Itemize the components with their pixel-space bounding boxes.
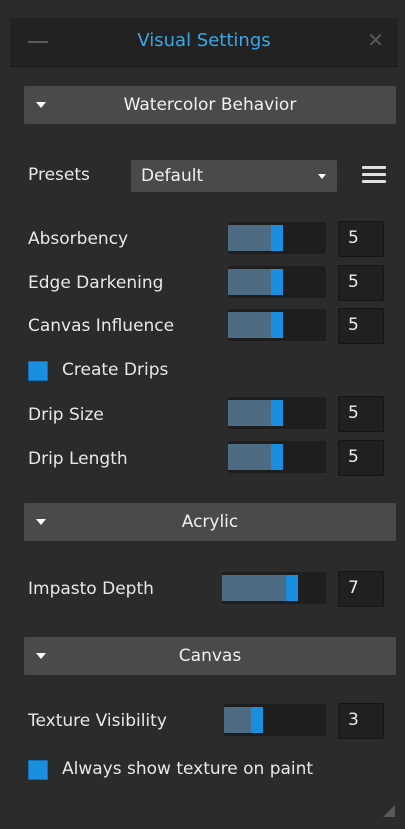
always-show-texture-label: Always show texture on paint [62,759,314,779]
window-title: Visual Settings [137,30,271,51]
drip-size-label: Drip Size [28,405,104,425]
texture-visibility-value: 3 [348,710,359,730]
impasto-depth-slider[interactable] [222,572,326,604]
drip-size-value-field[interactable]: 5 [338,396,384,432]
canvas-influence-value-field[interactable]: 5 [338,308,384,344]
slider-thumb[interactable] [271,400,283,426]
canvas-influence-label: Canvas Influence [28,316,175,336]
section-acrylic[interactable]: Acrylic [24,503,396,541]
drip-size-value: 5 [348,403,359,423]
drip-size-slider[interactable] [228,397,326,429]
drip-length-slider[interactable] [228,441,326,473]
absorbency-label: Absorbency [28,229,129,249]
edge-darkening-value: 5 [348,272,359,292]
always-show-texture-checkbox[interactable] [28,760,48,780]
impasto-depth-value: 7 [348,578,359,598]
drip-length-label: Drip Length [28,449,128,469]
canvas-influence-value: 5 [348,315,359,335]
texture-visibility-label: Texture Visibility [28,711,167,731]
create-drips-label: Create Drips [62,360,169,380]
drip-length-value-field[interactable]: 5 [338,440,384,476]
canvas-influence-slider[interactable] [228,309,326,341]
section-label: Watercolor Behavior [123,95,297,115]
absorbency-slider[interactable] [228,222,326,254]
section-label: Canvas [178,646,242,666]
slider-thumb[interactable] [271,312,283,338]
visual-settings-panel: Visual Settings ✕ Watercolor Behavior Pr… [0,0,405,829]
drip-length-value: 5 [348,447,359,467]
slider-thumb[interactable] [271,225,283,251]
presets-dropdown[interactable]: Default [131,160,337,192]
texture-visibility-value-field[interactable]: 3 [338,703,384,739]
presets-selected-value: Default [141,166,204,186]
close-icon[interactable]: ✕ [367,28,384,52]
impasto-depth-label: Impasto Depth [28,579,154,599]
section-watercolor-behavior[interactable]: Watercolor Behavior [24,86,396,124]
slider-thumb[interactable] [286,575,298,601]
section-label: Acrylic [181,512,239,532]
presets-label: Presets [28,165,90,185]
create-drips-checkbox[interactable] [28,361,48,381]
resize-grip-icon[interactable] [383,805,395,817]
absorbency-value: 5 [348,228,359,248]
slider-thumb[interactable] [251,707,263,733]
slider-thumb[interactable] [271,444,283,470]
edge-darkening-value-field[interactable]: 5 [338,265,384,301]
section-canvas[interactable]: Canvas [24,637,396,675]
title-bar[interactable]: Visual Settings ✕ [10,18,398,67]
edge-darkening-slider[interactable] [228,266,326,298]
texture-visibility-slider[interactable] [224,704,326,736]
slider-thumb[interactable] [271,269,283,295]
chevron-down-icon [318,174,326,179]
hamburger-menu-icon[interactable] [362,166,386,184]
absorbency-value-field[interactable]: 5 [338,221,384,257]
edge-darkening-label: Edge Darkening [28,273,164,293]
impasto-depth-value-field[interactable]: 7 [338,571,384,607]
